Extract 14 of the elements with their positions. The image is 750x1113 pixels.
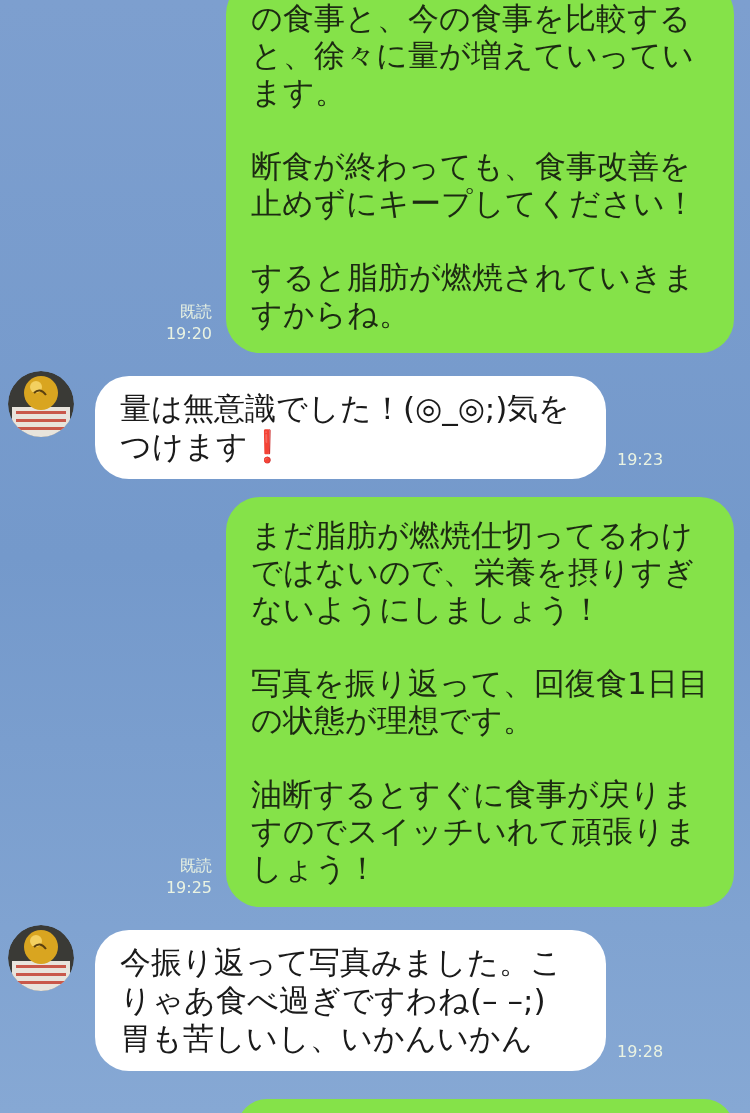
- timestamp: 19:20: [165, 323, 212, 345]
- message-text: 今振り返って写真みました。こりゃあ食べ過ぎですわね(– –;)胃も苦しいし、いかんいかん: [120, 943, 563, 1057]
- message-text: 写真を振り返って、回復食1日目の状態が理想です。: [251, 665, 709, 739]
- read-receipt: 既読: [180, 855, 212, 877]
- read-receipt: 既読: [180, 301, 212, 323]
- timestamp: 19:23: [617, 449, 664, 471]
- message-text: すると脂肪が燃焼されていきますからね。: [251, 259, 696, 333]
- timestamp: 19:25: [165, 877, 212, 899]
- message-text: 断食が終わっても、食事改善を止めずにキープしてください！: [251, 148, 697, 222]
- message-text: 量は無意識でした！(◎_◎;)気をつけます❗: [120, 389, 572, 465]
- timestamp: 19:28: [617, 1041, 664, 1063]
- message-text: の食事と、今の食事を比較すると、徐々に量が増えていっています。: [251, 0, 695, 111]
- message-text: 油断するとすぐに食事が戻りますのでスイッチいれて頑張りましょう！: [251, 776, 698, 887]
- message-text: まだ脂肪が燃焼仕切ってるわけではないので、栄養を摂りすぎないようにしましょう！: [251, 517, 696, 628]
